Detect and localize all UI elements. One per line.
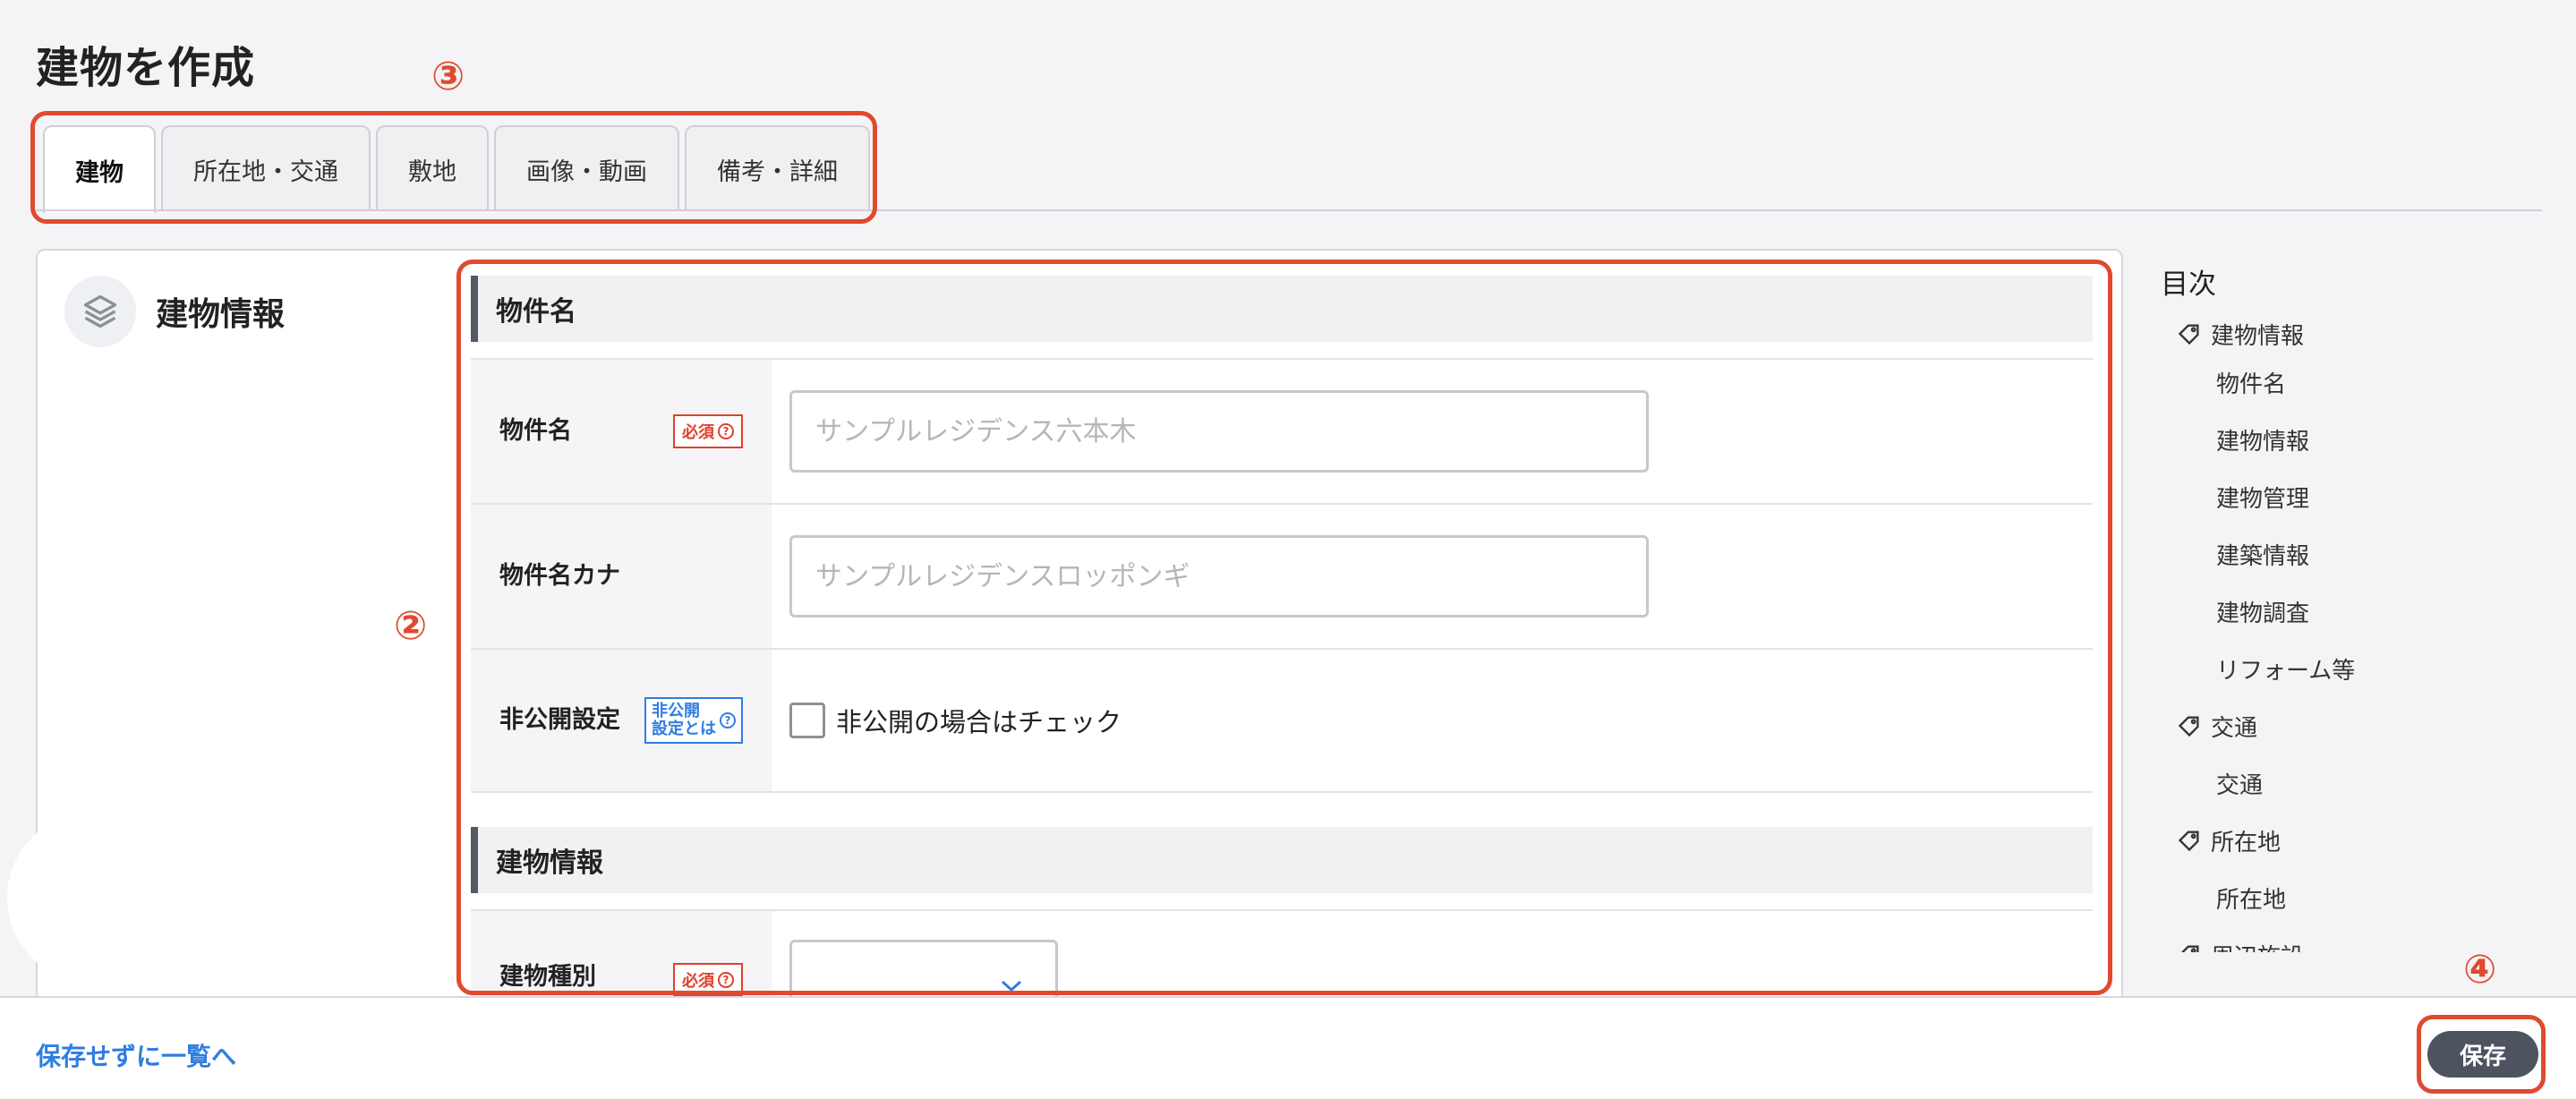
toc-item[interactable]: 所在地 (2161, 869, 2456, 926)
toc-item[interactable]: 建物情報 (2161, 411, 2456, 468)
toc-item-label: 建物情報 (2211, 322, 2305, 350)
annotation-number-2: ② (394, 603, 428, 649)
toc-item[interactable]: 建築情報 (2161, 525, 2456, 583)
tag-icon (2178, 324, 2199, 345)
tag-icon (2178, 831, 2199, 852)
toc-item[interactable]: 建物管理 (2161, 468, 2456, 525)
toc-item[interactable]: 物件名 (2161, 354, 2456, 411)
annotation-number-3: ③ (431, 54, 465, 99)
section-header: 建物情報 (64, 276, 285, 347)
annotation-box-save (2417, 1015, 2546, 1094)
annotation-box-tabs (30, 111, 877, 224)
toc-item-label: 交通 (2211, 714, 2258, 742)
toc-item[interactable]: 所在地 (2161, 812, 2456, 869)
layers-icon (64, 276, 136, 347)
toc-title: 目次 (2161, 268, 2216, 301)
table-of-contents: 目次 建物情報 物件名 建物情報 建物管理 建築情報 建物調査 リフォーム等 交… (2161, 261, 2456, 952)
toc-item-label: 所在地 (2211, 829, 2282, 856)
toc-item[interactable]: 建物調査 (2161, 583, 2456, 640)
tag-icon (2180, 945, 2199, 952)
toc-item[interactable]: 周辺施設 (2161, 926, 2456, 952)
toc-item[interactable]: 建物情報 (2161, 314, 2456, 354)
footer-bar: 保存せずに一覧へ 保存 (0, 996, 2576, 1099)
toc-item[interactable]: 交通 (2161, 754, 2456, 812)
annotation-box-form (456, 260, 2112, 995)
annotation-number-4: ④ (2463, 947, 2497, 993)
toc-item[interactable]: 交通 (2161, 697, 2456, 754)
back-to-list-link[interactable]: 保存せずに一覧へ (36, 1037, 236, 1073)
tag-icon (2178, 716, 2199, 737)
overlay-shape (7, 813, 303, 983)
toc-item[interactable]: リフォーム等 (2161, 640, 2456, 697)
page-title: 建物を作成 (36, 43, 256, 93)
section-title: 建物情報 (156, 296, 286, 333)
toc-item-label: 周辺施設 (2211, 939, 2304, 953)
